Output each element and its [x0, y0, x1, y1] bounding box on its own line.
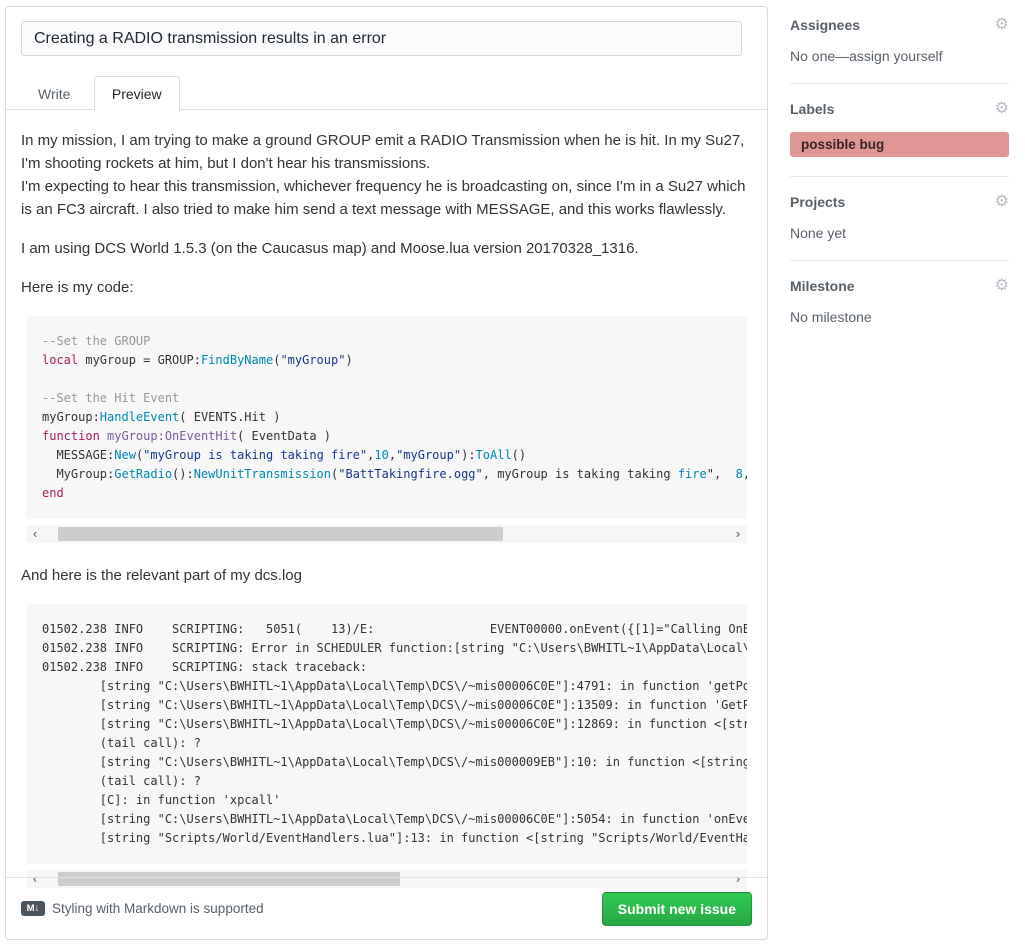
issue-body-paragraph: And here is the relevant part of my dcs.…	[21, 565, 752, 588]
milestone-heading: Milestone	[790, 278, 855, 294]
issue-body-paragraph: I am using DCS World 1.5.3 (on the Cauca…	[21, 238, 752, 261]
gear-icon[interactable]: ⚙	[995, 195, 1009, 209]
issue-title-input[interactable]	[21, 21, 742, 56]
markdown-supported-note[interactable]: M↓ Styling with Markdown is supported	[21, 901, 264, 916]
submit-new-issue-button[interactable]: Submit new issue	[602, 892, 752, 926]
tab-write[interactable]: Write	[21, 77, 87, 111]
code-block-pre: --Set the GROUPlocal myGroup = GROUP:Fin…	[26, 316, 747, 519]
code-block-hscrollbar[interactable]: ‹ ›	[26, 525, 747, 543]
paragraph-text: In my mission, I am trying to make a gro…	[21, 132, 744, 172]
paragraph-text: I'm expecting to hear this transmission,…	[21, 178, 745, 218]
scrollbar-thumb[interactable]	[58, 527, 503, 541]
projects-value: None yet	[790, 225, 1009, 241]
new-issue-panel: Write Preview In my mission, I am trying…	[5, 6, 768, 940]
sidebar-section-projects: Projects ⚙ None yet	[790, 177, 1009, 261]
sidebar-section-assignees: Assignees ⚙ No one—assign yourself	[790, 0, 1009, 84]
scrollbar-track[interactable]	[44, 525, 729, 543]
gear-icon[interactable]: ⚙	[995, 18, 1009, 32]
assignees-heading: Assignees	[790, 17, 860, 33]
markdown-note-label: Styling with Markdown is supported	[52, 901, 264, 916]
scroll-right-icon[interactable]: ›	[729, 525, 747, 543]
scroll-left-icon[interactable]: ‹	[26, 525, 44, 543]
gear-icon[interactable]: ⚙	[995, 279, 1009, 293]
sidebar-section-labels: Labels ⚙ possible bug	[790, 84, 1009, 177]
gear-icon[interactable]: ⚙	[995, 102, 1009, 116]
write-preview-tabnav: Write Preview	[6, 75, 767, 110]
log-block-pre: 01502.238 INFO SCRIPTING: 5051( 13)/E: E…	[26, 604, 747, 864]
projects-heading: Projects	[790, 194, 845, 210]
preview-content: In my mission, I am trying to make a gro…	[6, 110, 767, 888]
milestone-value: No milestone	[790, 309, 1009, 325]
sidebar-section-milestone: Milestone ⚙ No milestone	[790, 261, 1009, 344]
labels-heading: Labels	[790, 101, 834, 117]
issue-body-paragraph: Here is my code:	[21, 277, 752, 300]
assignees-value[interactable]: No one—assign yourself	[790, 48, 1009, 64]
issue-sidebar: Assignees ⚙ No one—assign yourself Label…	[790, 0, 1009, 344]
label-possible-bug[interactable]: possible bug	[790, 132, 1009, 157]
issue-footer: M↓ Styling with Markdown is supported Su…	[6, 877, 767, 939]
markdown-icon: M↓	[21, 901, 45, 916]
tab-preview[interactable]: Preview	[94, 76, 180, 112]
issue-body-paragraph: In my mission, I am trying to make a gro…	[21, 130, 752, 222]
